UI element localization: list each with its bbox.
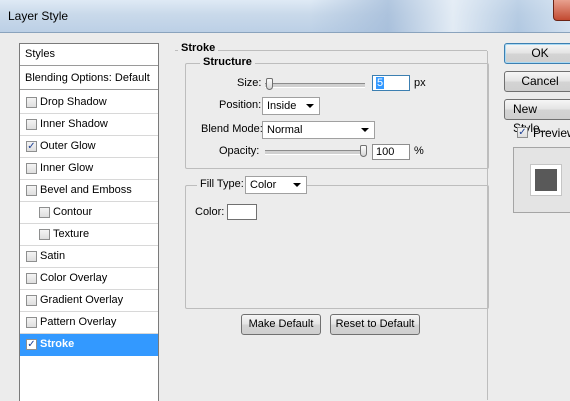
- checkbox-icon[interactable]: [26, 273, 37, 284]
- chevron-down-icon: [293, 183, 301, 187]
- checkbox-icon[interactable]: [39, 229, 50, 240]
- checkbox-icon[interactable]: [26, 163, 37, 174]
- size-slider-thumb[interactable]: [266, 78, 273, 90]
- color-swatch[interactable]: [227, 204, 257, 220]
- style-item-label: Contour: [53, 206, 93, 218]
- fill-type-select[interactable]: Color: [245, 176, 307, 194]
- style-item-label: Stroke: [40, 338, 75, 350]
- title-bar-background: [310, 0, 570, 32]
- style-item-contour[interactable]: Contour: [20, 202, 158, 224]
- reset-to-default-button[interactable]: Reset to Default: [330, 314, 420, 335]
- opacity-label: Opacity:: [219, 145, 260, 157]
- checkbox-icon[interactable]: [26, 119, 37, 130]
- structure-title: Structure: [200, 56, 255, 68]
- opacity-slider-track[interactable]: [265, 150, 365, 155]
- cancel-button[interactable]: Cancel: [504, 71, 570, 92]
- styles-header[interactable]: Styles: [20, 44, 158, 66]
- style-item-label: Inner Glow: [40, 162, 94, 174]
- style-item-label: Bevel and Emboss: [40, 184, 132, 196]
- title-bar[interactable]: Layer Style: [0, 0, 570, 33]
- checkbox-icon[interactable]: [26, 317, 37, 328]
- chevron-down-icon: [306, 104, 314, 108]
- style-item-stroke[interactable]: ✓ Stroke: [20, 334, 158, 356]
- stroke-panel: Stroke Structure Size: 5 px Position: In…: [175, 42, 489, 400]
- style-item-texture[interactable]: Texture: [20, 224, 158, 246]
- opacity-unit: %: [414, 145, 424, 157]
- style-item-label: Drop Shadow: [40, 96, 107, 108]
- style-item-label: Satin: [40, 250, 66, 262]
- position-label: Position:: [219, 99, 262, 111]
- checkbox-icon[interactable]: [39, 207, 50, 218]
- panel-right-border: [487, 51, 488, 400]
- preview-swatch: [535, 169, 557, 191]
- style-item-label: Pattern Overlay: [40, 316, 117, 328]
- style-item-gradient-overlay[interactable]: Gradient Overlay: [20, 290, 158, 312]
- blending-options-item[interactable]: Blending Options: Default: [20, 68, 158, 90]
- size-input[interactable]: 5: [372, 75, 410, 91]
- opacity-slider-thumb[interactable]: [360, 145, 367, 157]
- style-item-satin[interactable]: Satin: [20, 246, 158, 268]
- chevron-down-icon: [361, 128, 369, 132]
- opacity-input[interactable]: 100: [372, 144, 410, 160]
- size-unit: px: [414, 77, 426, 89]
- style-item-color-overlay[interactable]: Color Overlay: [20, 268, 158, 290]
- checkbox-icon[interactable]: [26, 97, 37, 108]
- size-slider-track[interactable]: [265, 83, 365, 88]
- style-item-pattern-overlay[interactable]: Pattern Overlay: [20, 312, 158, 334]
- size-label: Size:: [237, 77, 262, 89]
- preview-check-icon[interactable]: ✓: [517, 127, 528, 138]
- style-item-label: Texture: [53, 228, 90, 240]
- preview-thumbnail: [531, 165, 561, 195]
- preview-label: Preview: [533, 126, 570, 140]
- window-title: Layer Style: [8, 9, 69, 23]
- style-item-outer-glow[interactable]: ✓ Outer Glow: [20, 136, 158, 158]
- style-item-label: Color Overlay: [40, 272, 108, 284]
- style-item-label: Outer Glow: [40, 140, 96, 152]
- position-select[interactable]: Inside: [262, 97, 320, 115]
- new-style-button[interactable]: New Style...: [504, 99, 570, 135]
- fill-type-label: Fill Type:: [197, 178, 247, 190]
- checkbox-icon[interactable]: [26, 185, 37, 196]
- color-label: Color:: [195, 206, 225, 218]
- checkbox-icon[interactable]: [26, 295, 37, 306]
- stroke-section-title: Stroke: [178, 42, 219, 54]
- blend-mode-select[interactable]: Normal: [262, 121, 375, 139]
- style-item-inner-shadow[interactable]: Inner Shadow: [20, 114, 158, 136]
- style-item-label: Inner Shadow: [40, 118, 108, 130]
- ok-button[interactable]: OK: [504, 43, 570, 64]
- checkbox-icon[interactable]: ✓: [26, 141, 37, 152]
- preview-box: [513, 147, 570, 213]
- style-item-bevel-and-emboss[interactable]: Bevel and Emboss: [20, 180, 158, 202]
- close-icon[interactable]: [553, 0, 570, 21]
- checkbox-icon[interactable]: [26, 251, 37, 262]
- blend-mode-label: Blend Mode:: [201, 123, 263, 135]
- stroke-divider: [175, 50, 487, 51]
- style-item-label: Gradient Overlay: [40, 294, 124, 306]
- styles-list: Styles Blending Options: Default Drop Sh…: [19, 43, 159, 401]
- style-item-inner-glow[interactable]: Inner Glow: [20, 158, 158, 180]
- style-item-drop-shadow[interactable]: Drop Shadow: [20, 92, 158, 114]
- make-default-button[interactable]: Make Default: [241, 314, 321, 335]
- checkbox-icon[interactable]: ✓: [26, 339, 37, 350]
